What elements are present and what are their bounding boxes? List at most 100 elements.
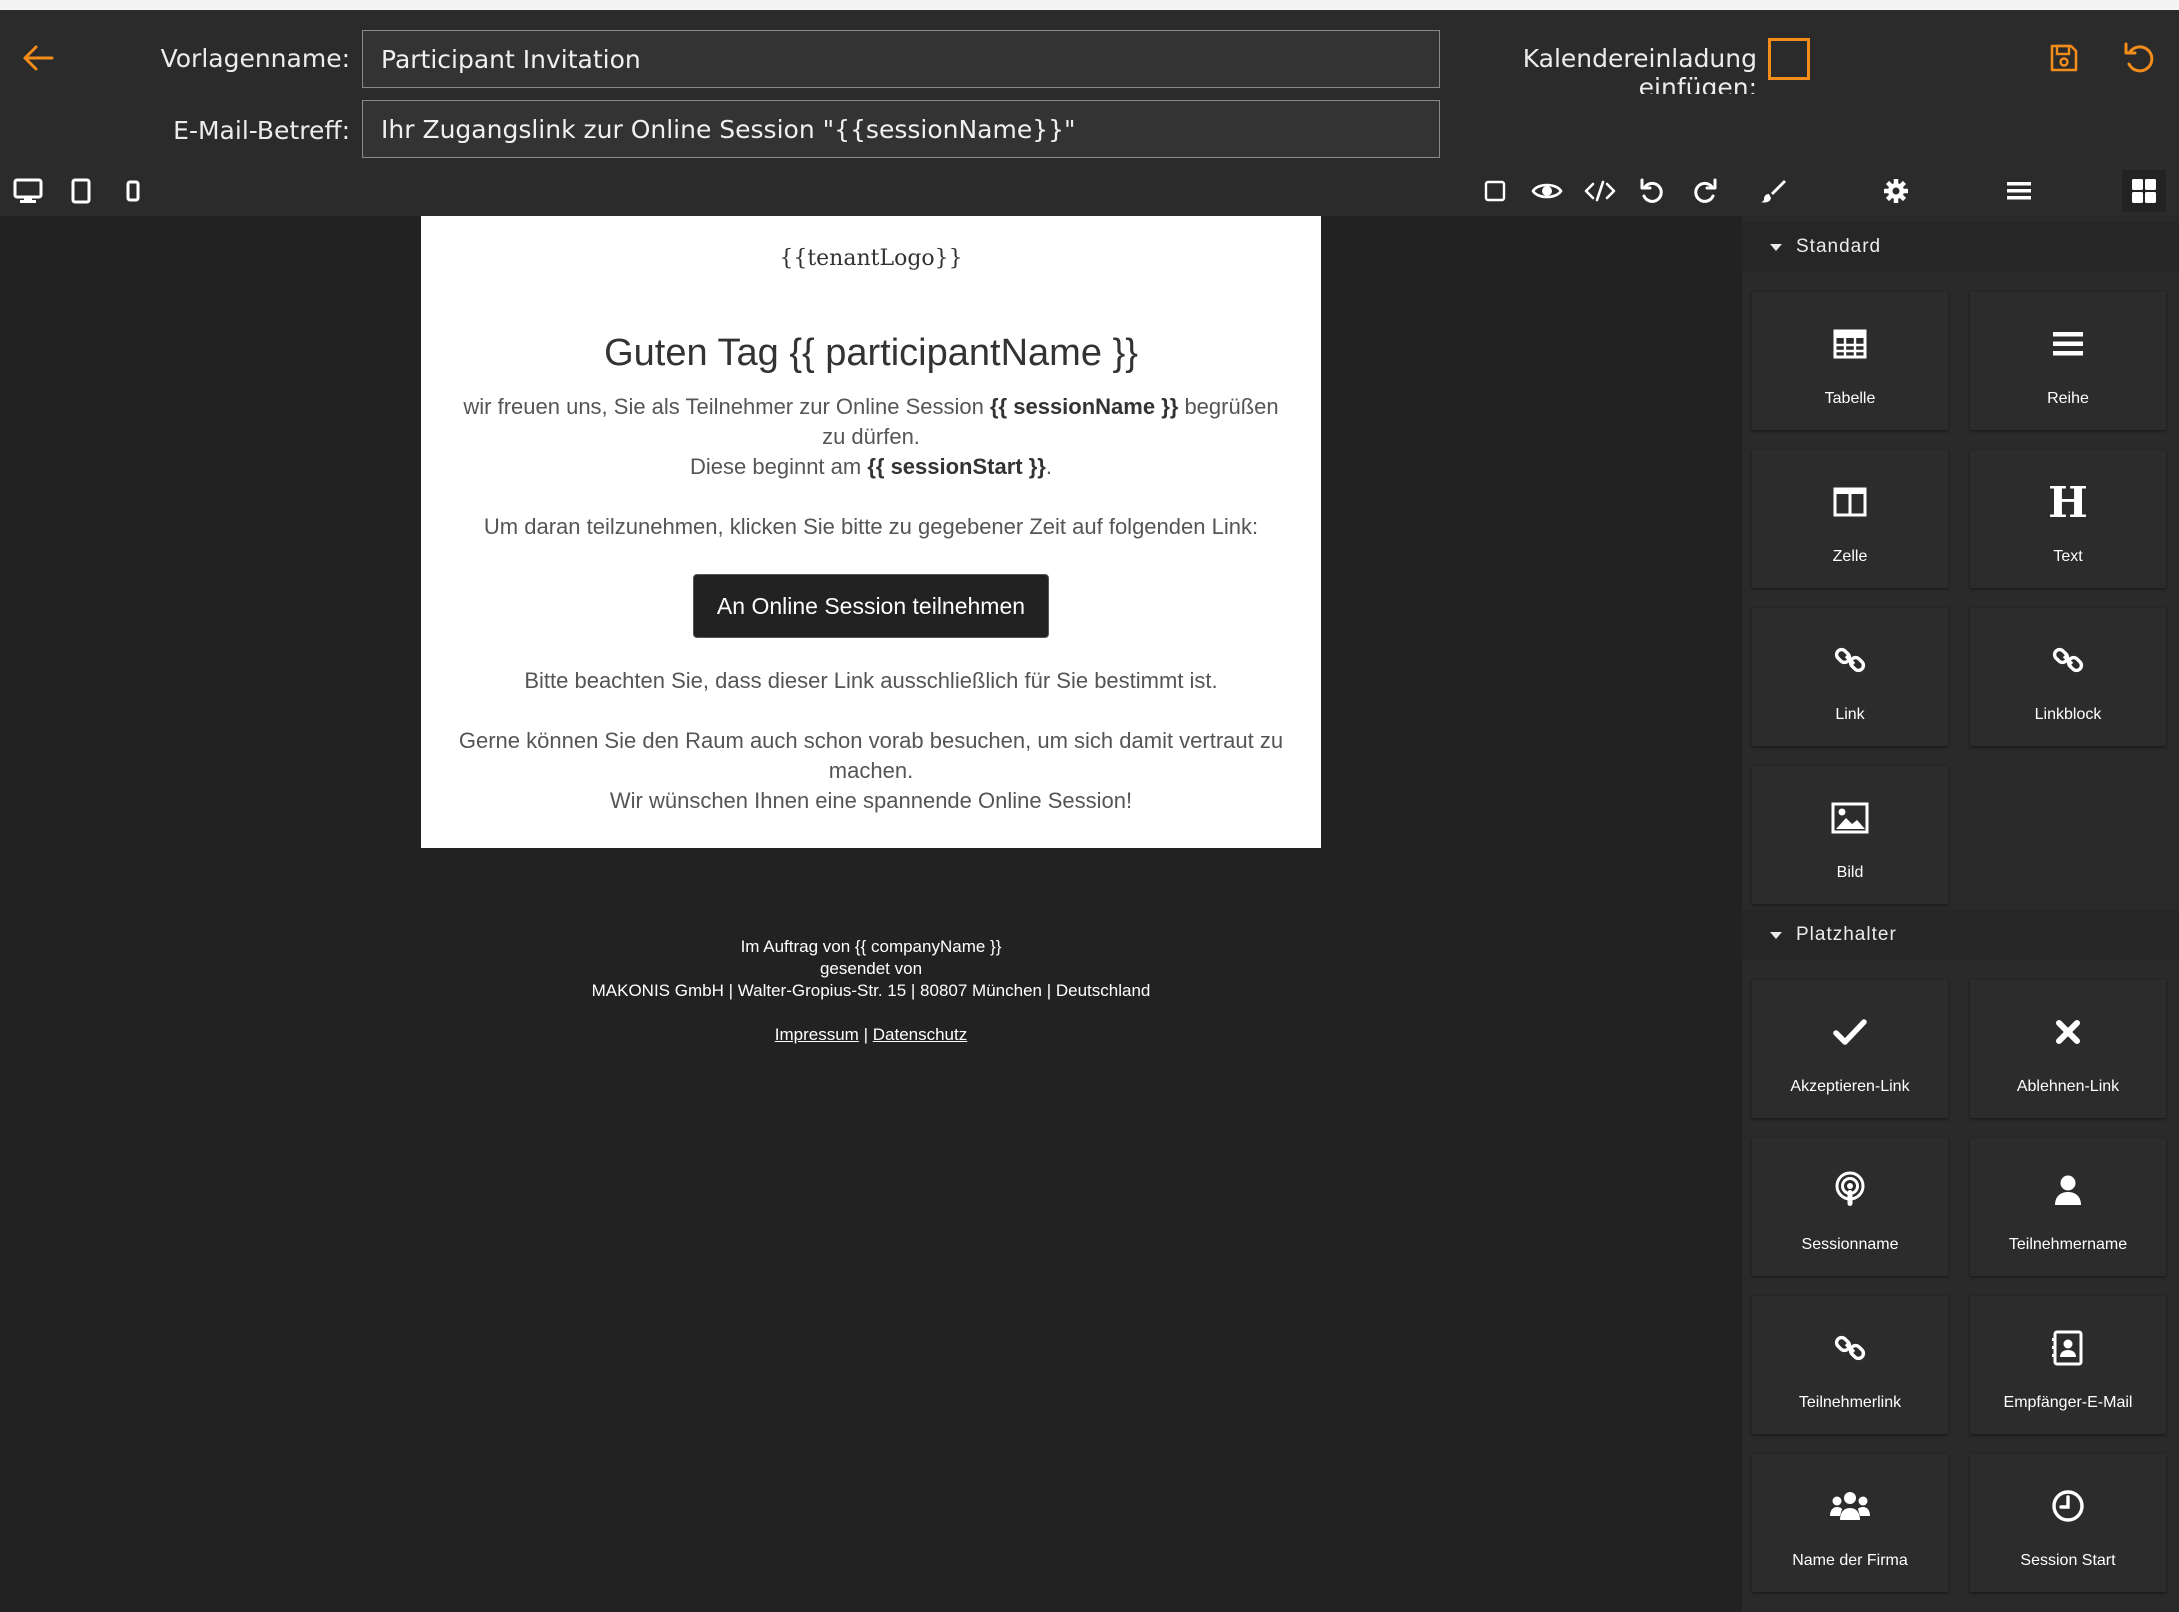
email-body[interactable]: {{tenantLogo}} Guten Tag {{ participantN… — [421, 216, 1321, 848]
block-label: Ablehnen-Link — [2016, 1078, 2120, 1095]
blocks-grid-icon[interactable] — [2127, 174, 2161, 208]
window-top-strip — [0, 0, 2179, 10]
block-zelle[interactable]: Zelle — [1752, 450, 1948, 588]
block-akzeptieren-link[interactable]: Akzeptieren-Link — [1752, 980, 1948, 1118]
subject-input[interactable] — [362, 100, 1440, 158]
closing-text: Gerne können Sie den Raum auch schon vor… — [458, 728, 1284, 783]
section-standard-label: Standard — [1796, 236, 1882, 257]
subject-label: E-Mail-Betreff: — [173, 116, 350, 145]
heading-icon: H — [2048, 477, 2088, 527]
tenant-logo-placeholder[interactable]: {{tenantLogo}} — [421, 246, 1321, 271]
calendar-invite-checkbox[interactable] — [1768, 38, 1810, 80]
closing-paragraph[interactable]: Gerne können Sie den Raum auch schon vor… — [451, 726, 1291, 816]
block-label: Zelle — [1832, 548, 1868, 565]
link-icon — [1752, 640, 1948, 680]
session-start-token: {{ sessionStart }} — [867, 454, 1046, 479]
block-label: Name der Firma — [1792, 1552, 1908, 1569]
users-icon — [1752, 1486, 1948, 1526]
style-manager-brush-icon[interactable] — [1756, 174, 1790, 208]
email-footer[interactable]: Im Auftrag von {{ companyName }} gesende… — [421, 936, 1321, 1046]
image-icon — [1752, 798, 1948, 838]
block-label: Text — [2053, 548, 2083, 565]
section-standard[interactable]: Standard — [1742, 222, 2179, 272]
preview-eye-icon[interactable] — [1530, 174, 1564, 208]
block-label: Teilnehmerlink — [1798, 1394, 1902, 1411]
block-label: Link — [1835, 706, 1865, 723]
close-icon — [1970, 1012, 2166, 1052]
code-view-icon[interactable] — [1583, 174, 1617, 208]
editor-undo-icon[interactable] — [1635, 174, 1669, 208]
editor-toolbar — [0, 164, 1742, 216]
save-icon[interactable] — [2046, 40, 2082, 76]
editor-canvas[interactable]: {{tenantLogo}} Guten Tag {{ participantN… — [0, 216, 1742, 1612]
footer-links: Impressum | Datenschutz — [421, 1024, 1321, 1046]
intro-paragraph[interactable]: wir freuen uns, Sie als Teilnehmer zur O… — [451, 392, 1291, 482]
block-label: Sessionname — [1801, 1236, 1899, 1253]
closing-wish: Wir wünschen Ihnen eine spannende Online… — [609, 788, 1133, 813]
rows-icon — [1970, 324, 2166, 364]
table-icon — [1752, 324, 1948, 364]
block-label: Teilnehmername — [2008, 1236, 2128, 1253]
desktop-view-icon[interactable] — [11, 174, 45, 208]
check-icon — [1752, 1012, 1948, 1052]
link-icon — [1752, 1328, 1948, 1368]
block-teilnehmername[interactable]: Teilnehmername — [1970, 1138, 2166, 1276]
block-sessionname[interactable]: Sessionname — [1752, 1138, 1948, 1276]
block-label: Tabelle — [1824, 390, 1876, 407]
block-label: Bild — [1836, 864, 1864, 881]
caret-down-icon — [1770, 932, 1782, 939]
notice-paragraph[interactable]: Bitte beachten Sie, dass dieser Link aus… — [451, 666, 1291, 696]
outline-toggle-icon[interactable] — [1478, 174, 1512, 208]
intro-text: wir freuen uns, Sie als Teilnehmer zur O… — [463, 394, 990, 419]
footer-link-separator: | — [863, 1025, 868, 1044]
impressum-link[interactable]: Impressum — [775, 1025, 859, 1044]
block-reihe[interactable]: Reihe — [1970, 292, 2166, 430]
instruction-paragraph[interactable]: Um daran teilzunehmen, klicken Sie bitte… — [451, 512, 1291, 542]
subject-bar: E-Mail-Betreff: — [0, 94, 2179, 164]
block-label: Session Start — [2020, 1552, 2116, 1569]
block-label: Empfänger-E-Mail — [2003, 1394, 2133, 1411]
section-platzhalter-label: Platzhalter — [1796, 924, 1897, 945]
layer-manager-icon[interactable] — [2002, 174, 2036, 208]
block-empfaenger-email[interactable]: Empfänger-E-Mail — [1970, 1296, 2166, 1434]
block-ablehnen-link[interactable]: Ablehnen-Link — [1970, 980, 2166, 1118]
block-session-start[interactable]: Session Start — [1970, 1454, 2166, 1592]
greeting-heading[interactable]: Guten Tag {{ participantName }} — [421, 332, 1321, 375]
block-name-der-firma[interactable]: Name der Firma — [1752, 1454, 1948, 1592]
block-bild[interactable]: Bild — [1752, 766, 1948, 904]
back-arrow-icon[interactable] — [18, 38, 58, 78]
section-platzhalter[interactable]: Platzhalter — [1742, 910, 2179, 960]
blocks-panel: Standard Tabelle Reihe Zelle H Text Link… — [1742, 216, 2179, 1612]
columns-icon — [1752, 482, 1948, 522]
block-teilnehmerlink[interactable]: Teilnehmerlink — [1752, 1296, 1948, 1434]
session-name-token: {{ sessionName }} — [990, 394, 1179, 419]
footer-line-sent-by: gesendet von — [819, 959, 923, 978]
podcast-icon — [1752, 1170, 1948, 1210]
template-name-label: Vorlagenname: — [160, 44, 350, 73]
user-icon — [1970, 1170, 2166, 1210]
footer-line-address: MAKONIS GmbH | Walter-Gropius-Str. 15 | … — [591, 981, 1151, 1000]
link-icon — [1970, 640, 2166, 680]
block-label: Linkblock — [2034, 706, 2102, 723]
template-name-input[interactable] — [362, 30, 1440, 88]
block-tabelle[interactable]: Tabelle — [1752, 292, 1948, 430]
start-text: Diese beginnt am — [690, 454, 868, 479]
contact-icon — [1970, 1328, 2166, 1368]
footer-line-company: Im Auftrag von {{ companyName }} — [740, 937, 1002, 956]
block-text[interactable]: H Text — [1970, 450, 2166, 588]
join-session-button[interactable]: An Online Session teilnehmen — [693, 574, 1049, 638]
undo-icon[interactable] — [2120, 38, 2160, 78]
settings-gear-icon[interactable] — [1879, 174, 1913, 208]
header-bar: Vorlagenname: Kalendereinladung einfügen… — [0, 10, 2179, 102]
block-linkblock[interactable]: Linkblock — [1970, 608, 2166, 746]
tablet-view-icon[interactable] — [64, 174, 98, 208]
datenschutz-link[interactable]: Datenschutz — [873, 1025, 968, 1044]
editor-redo-icon[interactable] — [1688, 174, 1722, 208]
block-link[interactable]: Link — [1752, 608, 1948, 746]
block-label: Akzeptieren-Link — [1790, 1078, 1910, 1095]
mobile-view-icon[interactable] — [116, 174, 150, 208]
caret-down-icon — [1770, 244, 1782, 251]
block-label: Reihe — [2047, 390, 2089, 407]
clock-icon — [1970, 1486, 2166, 1526]
start-text-end: . — [1045, 454, 1052, 479]
